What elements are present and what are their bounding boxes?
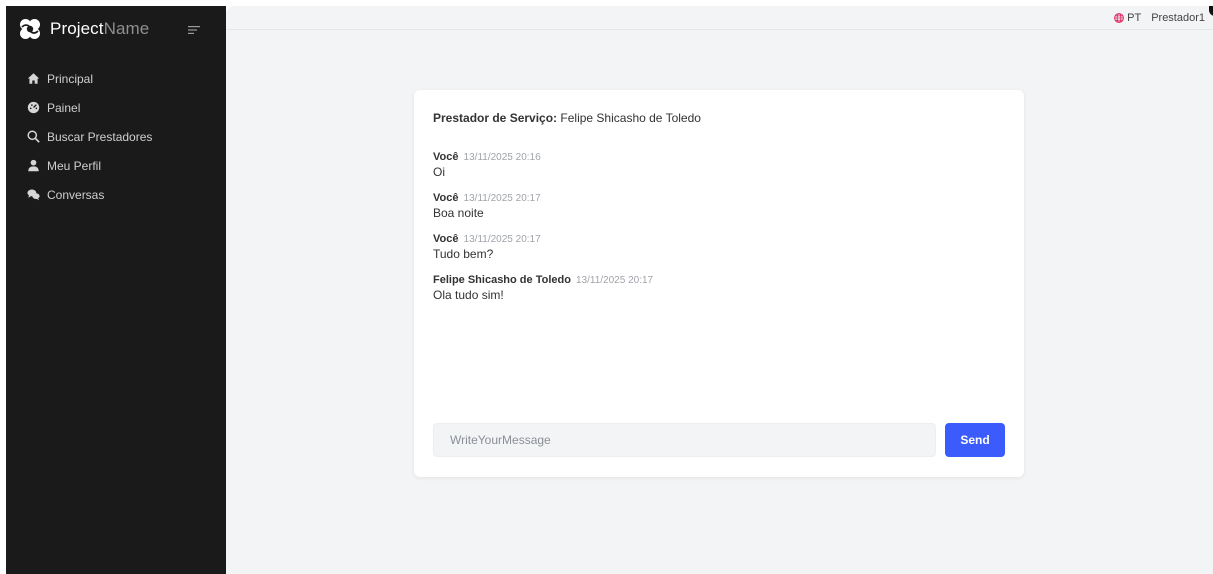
- sidebar-item-meu-perfil[interactable]: Meu Perfil: [6, 151, 226, 180]
- chat-header-label: Prestador de Serviço:: [433, 111, 558, 125]
- home-icon: [27, 73, 40, 84]
- main-content: PT Prestador1 Prestador de Serviço: Feli…: [226, 6, 1213, 574]
- sidebar-item-label: Principal: [47, 71, 94, 86]
- chat-header-value: Felipe Shicasho de Toledo: [560, 111, 701, 125]
- language-selector[interactable]: PT: [1114, 12, 1141, 24]
- chat-icon: [27, 189, 40, 201]
- message-time: 13/11/2025 20:17: [463, 234, 541, 245]
- sidebar-item-conversas[interactable]: Conversas: [6, 180, 226, 209]
- message-text: Boa noite: [433, 206, 484, 220]
- message-author: Felipe Shicasho de Toledo: [433, 274, 571, 286]
- message-text: Oi: [433, 165, 445, 179]
- language-label: PT: [1127, 11, 1142, 24]
- message-item: Felipe Shicasho de Toledo 13/11/2025 20:…: [433, 273, 993, 303]
- message-item: Você 13/11/2025 20:16 Oi: [433, 150, 993, 180]
- message-time: 13/11/2025 20:17: [576, 275, 654, 286]
- sidebar-item-painel[interactable]: Painel: [6, 93, 226, 122]
- search-icon: [27, 130, 40, 143]
- message-author: Você: [433, 192, 459, 204]
- message-time: 13/11/2025 20:17: [463, 193, 541, 204]
- send-button[interactable]: Send: [945, 423, 1005, 457]
- sidebar-item-label: Buscar Prestadores: [47, 129, 153, 144]
- sidebar: ProjectName Principal Painel Buscar Pres…: [6, 6, 226, 574]
- dashboard-icon: [27, 101, 40, 114]
- message-list: Você 13/11/2025 20:16 Oi Você 13/11/2025…: [433, 150, 993, 314]
- message-input[interactable]: [433, 423, 936, 457]
- menu-toggle-icon[interactable]: [188, 25, 200, 35]
- sidebar-item-label: Meu Perfil: [47, 158, 102, 173]
- sidebar-item-label: Conversas: [47, 187, 105, 202]
- sidebar-item-principal[interactable]: Principal: [6, 64, 226, 93]
- user-menu[interactable]: Prestador1: [1151, 12, 1205, 24]
- project-logo-icon: [20, 19, 40, 39]
- message-author: Você: [433, 151, 459, 163]
- message-text: Ola tudo sim!: [433, 288, 504, 302]
- message-text: Tudo bem?: [433, 247, 494, 261]
- chat-card: Prestador de Serviço: Felipe Shicasho de…: [414, 90, 1024, 477]
- user-icon: [28, 159, 39, 172]
- message-item: Você 13/11/2025 20:17 Boa noite: [433, 191, 993, 221]
- message-author: Você: [433, 233, 459, 245]
- brand-name: ProjectName: [50, 19, 150, 38]
- message-item: Você 13/11/2025 20:17 Tudo bem?: [433, 232, 993, 262]
- globe-icon: [1114, 12, 1124, 23]
- app-frame: ProjectName Principal Painel Buscar Pres…: [6, 6, 1213, 574]
- topbar: PT Prestador1: [226, 6, 1213, 30]
- sidebar-nav: Principal Painel Buscar Prestadores Meu …: [6, 64, 226, 209]
- message-composer: Send: [433, 423, 1005, 457]
- chat-header: Prestador de Serviço: Felipe Shicasho de…: [433, 111, 701, 125]
- message-time: 13/11/2025 20:16: [463, 152, 541, 163]
- sidebar-item-buscar-prestadores[interactable]: Buscar Prestadores: [6, 122, 226, 151]
- sidebar-item-label: Painel: [47, 100, 81, 115]
